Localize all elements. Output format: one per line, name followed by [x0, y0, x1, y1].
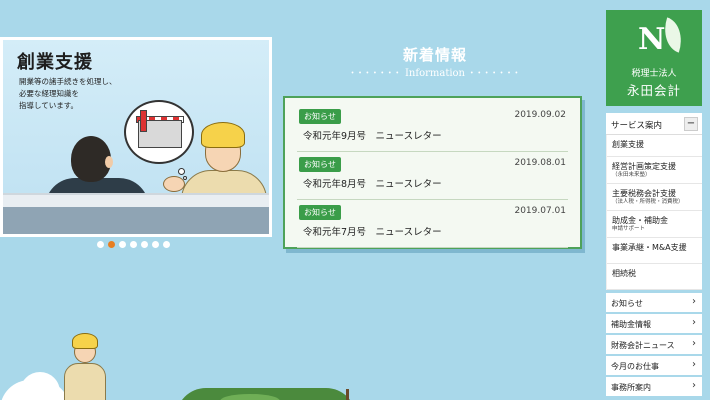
- news-subheading: Information: [340, 68, 530, 79]
- logo-mark: N: [638, 22, 666, 57]
- chevron-right-icon: ›: [692, 317, 696, 328]
- slide-desc-line: 開業等の諸手続きを処理し、: [19, 77, 117, 86]
- news-title-link[interactable]: 令和元年7月号 ニュースレター: [303, 224, 442, 238]
- service-menu-title: サービス案内: [611, 121, 663, 131]
- side-nav: お知らせ › 補助金情報 › 財務会計ニュース › 今月のお仕事 › 事務所案内…: [606, 293, 702, 398]
- slide-title: 創業支援: [17, 52, 93, 73]
- desk-front: [3, 207, 269, 234]
- service-menu-label: 助成金・補助金: [612, 216, 668, 225]
- side-nav-item[interactable]: 補助金情報 ›: [606, 314, 702, 333]
- logo-subtitle: 税理士法人: [631, 69, 677, 79]
- collapse-toggle-button[interactable]: −: [684, 117, 698, 131]
- news-item[interactable]: お知らせ 2019.08.01 令和元年8月号 ニュースレター: [297, 154, 568, 200]
- news-title-link[interactable]: 令和元年8月号 ニュースレター: [303, 176, 442, 190]
- news-date: 2019.08.01: [514, 158, 566, 168]
- slider-dot[interactable]: [97, 241, 104, 248]
- side-nav-item[interactable]: 事務所案内 ›: [606, 377, 702, 396]
- service-menu-label: 創業支援: [612, 140, 644, 149]
- service-menu-item[interactable]: 主要税務会計支援 （法人税・所得税・消費税）: [607, 184, 702, 211]
- side-nav-item[interactable]: 今月のお仕事 ›: [606, 356, 702, 375]
- signpost-illustration: [346, 389, 349, 400]
- service-menu-item[interactable]: 相続税: [607, 264, 702, 290]
- slider-dot[interactable]: [119, 241, 126, 248]
- person-illustration: [60, 333, 110, 400]
- slider-dot[interactable]: [130, 241, 137, 248]
- service-menu-item[interactable]: 創業支援: [607, 135, 702, 157]
- side-nav-label: 財務会計ニュース: [611, 341, 675, 350]
- slider-dot[interactable]: [163, 241, 170, 248]
- service-menu-label: 経営計画策定支援: [612, 162, 676, 171]
- service-menu-item[interactable]: 事業承継・M&A支援: [607, 238, 702, 264]
- news-item[interactable]: お知らせ 2019.07.01 令和元年7月号 ニュースレター: [297, 202, 568, 248]
- news-item[interactable]: お知らせ 2019.09.02 令和元年9月号 ニュースレター: [297, 106, 568, 152]
- logo-firm-name: 永田会計: [626, 83, 681, 98]
- news-title-link[interactable]: 令和元年9月号 ニュースレター: [303, 128, 442, 142]
- news-badge: お知らせ: [299, 205, 341, 220]
- side-nav-label: 今月のお仕事: [611, 362, 659, 371]
- news-heading-block: 新着情報 Information: [340, 44, 530, 79]
- news-list: お知らせ 2019.09.02 令和元年9月号 ニュースレター お知らせ 201…: [283, 96, 582, 249]
- news-date: 2019.07.01: [514, 206, 566, 216]
- slider-dot[interactable]: [152, 241, 159, 248]
- chevron-right-icon: ›: [692, 296, 696, 307]
- news-badge: お知らせ: [299, 157, 341, 172]
- service-menu-sublabel: （法人税・所得税・消費税）: [612, 199, 684, 205]
- news-badge: お知らせ: [299, 109, 341, 124]
- side-nav-item[interactable]: お知らせ ›: [606, 293, 702, 312]
- slider-pagination: [97, 241, 170, 248]
- side-nav-label: 事務所案内: [611, 383, 651, 392]
- right-sidebar: N 税理士法人 永田会計 サービス案内 − 創業支援 経営計画策定支援 （永田未…: [606, 10, 702, 400]
- side-nav-item[interactable]: 財務会計ニュース ›: [606, 335, 702, 354]
- slider-dot-active[interactable]: [108, 241, 115, 248]
- hero-slider[interactable]: 創業支援 開業等の諸手続きを処理し、 必要な経理知識を 指導しています。: [0, 37, 272, 237]
- service-menu-header[interactable]: サービス案内 −: [606, 113, 702, 135]
- service-menu-list: 創業支援 経営計画策定支援 （永田未来塾） 主要税務会計支援 （法人税・所得税・…: [606, 135, 702, 290]
- firm-logo[interactable]: N 税理士法人 永田会計: [606, 10, 702, 106]
- service-menu-label: 事業承継・M&A支援: [612, 243, 687, 252]
- chevron-right-icon: ›: [692, 380, 696, 391]
- chevron-right-icon: ›: [692, 338, 696, 349]
- news-heading: 新着情報: [402, 46, 467, 64]
- desk-illustration: [3, 193, 269, 207]
- service-menu-item[interactable]: 助成金・補助金 申請サポート: [607, 211, 702, 238]
- news-date: 2019.09.02: [514, 110, 566, 120]
- service-menu-item[interactable]: 経営計画策定支援 （永田未来塾）: [607, 157, 702, 184]
- shop-sign: [140, 110, 147, 132]
- side-nav-label: お知らせ: [611, 299, 643, 308]
- service-menu-sublabel: 申請サポート: [612, 226, 646, 232]
- service-menu: サービス案内 − 創業支援 経営計画策定支援 （永田未来塾） 主要税務会計支援 …: [606, 113, 702, 290]
- chevron-right-icon: ›: [692, 359, 696, 370]
- service-menu-label: 主要税務会計支援: [612, 189, 676, 198]
- service-menu-sublabel: （永田未来塾）: [612, 172, 651, 178]
- service-menu-label: 相続税: [612, 269, 636, 278]
- slider-dot[interactable]: [141, 241, 148, 248]
- side-nav-label: 補助金情報: [611, 320, 651, 329]
